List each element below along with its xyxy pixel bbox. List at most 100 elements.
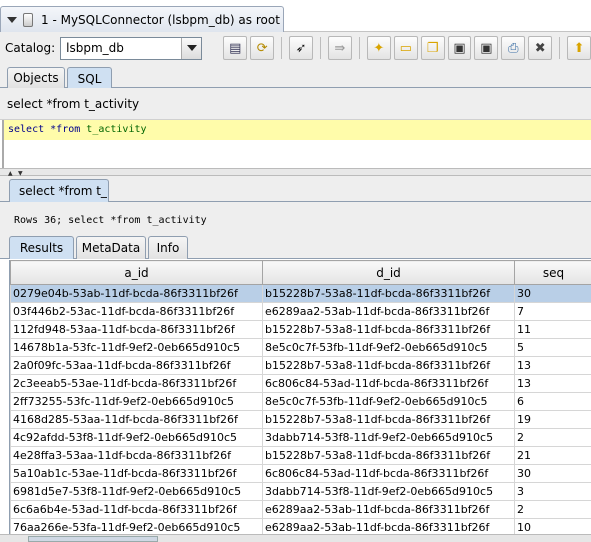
table-cell[interactable]: 3dabb714-53f8-11df-9ef2-0eb665d910c5 [262, 428, 515, 447]
chevron-down-icon[interactable] [181, 37, 202, 59]
copy-icon[interactable]: ❐ [420, 36, 445, 60]
table-cell[interactable]: 7 [514, 302, 591, 321]
print-icon[interactable]: ⎙ [501, 36, 526, 60]
results-grid[interactable]: a_id d_id seq 0279e04b-53ab-11df-bcda-86… [9, 260, 591, 534]
tab-menu-icon[interactable] [7, 16, 17, 23]
tab-metadata[interactable]: MetaData [76, 236, 146, 259]
table-cell[interactable]: b15228b7-53a8-11df-bcda-86f3311bf26f [262, 284, 515, 303]
result-tabs: select *from t_ [0, 176, 591, 202]
tab-results[interactable]: Results [9, 236, 74, 259]
save-as-icon[interactable]: ▣ [474, 36, 499, 60]
run-icon[interactable]: ➶ [289, 36, 314, 60]
table-cell[interactable]: 8e5c0c7f-53fb-11df-9ef2-0eb665d910c5 [262, 392, 515, 411]
up-arrow-icon[interactable]: ⬆ [567, 36, 591, 60]
sql-keyword: select [8, 124, 45, 135]
table-cell[interactable]: 13 [514, 374, 591, 393]
table-cell[interactable]: 30 [514, 464, 591, 483]
table-cell[interactable]: 6c806c84-53ad-11df-bcda-86f3311bf26f [262, 374, 515, 393]
sql-table-name: t_activity [86, 124, 147, 135]
table-cell[interactable]: 4c92afdd-53f8-11df-9ef2-0eb665d910c5 [10, 428, 263, 447]
sql-line[interactable]: select *from t_activity [4, 120, 591, 140]
table-cell[interactable]: 03f446b2-53ac-11df-bcda-86f3311bf26f [10, 302, 263, 321]
column-header-seq[interactable]: seq [514, 260, 591, 285]
table-row[interactable]: 112fd948-53aa-11df-bcda-86f3311bf26f b152… [10, 320, 591, 339]
document-icon [23, 12, 33, 27]
table-row[interactable]: 76aa266e-53fa-11df-9ef2-0eb665d910c5 e628… [10, 518, 591, 534]
window-title-bar: 1 - MySQLConnector (lsbpm_db) as root [0, 0, 591, 32]
toolbar-divider [320, 37, 322, 59]
table-cell[interactable]: b15228b7-53a8-11df-bcda-86f3311bf26f [262, 410, 515, 429]
table-row[interactable]: 0279e04b-53ab-11df-bcda-86f3311bf26f b152… [10, 284, 591, 303]
tab-objects[interactable]: Objects [7, 67, 65, 88]
catalog-value: lsbpm_db [66, 41, 124, 55]
table-cell[interactable]: e6289aa2-53ab-11df-bcda-86f3311bf26f [262, 518, 515, 534]
table-cell[interactable]: 13 [514, 356, 591, 375]
table-cell[interactable]: 112fd948-53aa-11df-bcda-86f3311bf26f [10, 320, 263, 339]
tab-sql[interactable]: SQL [67, 67, 112, 89]
table-cell[interactable]: 6c6a6b4e-53ad-11df-bcda-86f3311bf26f [10, 500, 263, 519]
tab-info[interactable]: Info [148, 236, 188, 259]
table-cell[interactable]: b15228b7-53a8-11df-bcda-86f3311bf26f [262, 320, 515, 339]
table-cell[interactable]: 11 [514, 320, 591, 339]
table-cell[interactable]: 19 [514, 410, 591, 429]
result-tab[interactable]: select *from t_ [9, 179, 109, 202]
table-cell[interactable]: 30 [514, 284, 591, 303]
table-cell[interactable]: 3dabb714-53f8-11df-9ef2-0eb665d910c5 [262, 482, 515, 501]
table-row[interactable]: 4c92afdd-53f8-11df-9ef2-0eb665d910c5 3dab… [10, 428, 591, 447]
table-cell[interactable]: 5a10ab1c-53ae-11df-bcda-86f3311bf26f [10, 464, 263, 483]
table-row[interactable]: 4168d285-53aa-11df-bcda-86f3311bf26f b152… [10, 410, 591, 429]
table-cell[interactable]: b15228b7-53a8-11df-bcda-86f3311bf26f [262, 446, 515, 465]
results-table: a_id d_id seq 0279e04b-53ab-11df-bcda-86… [10, 260, 591, 534]
table-cell[interactable]: 6981d5e7-53f8-11df-9ef2-0eb665d910c5 [10, 482, 263, 501]
new-file-icon[interactable]: ✦ [366, 36, 391, 60]
table-cell[interactable]: 4e28ffa3-53aa-11df-bcda-86f3311bf26f [10, 446, 263, 465]
table-cell[interactable]: 8e5c0c7f-53fb-11df-9ef2-0eb665d910c5 [262, 338, 515, 357]
table-cell[interactable]: 4168d285-53aa-11df-bcda-86f3311bf26f [10, 410, 263, 429]
execute-sql-icon[interactable]: ▤ [223, 36, 248, 60]
save-icon[interactable]: ▣ [447, 36, 472, 60]
table-row[interactable]: 2ff73255-53fc-11df-9ef2-0eb665d910c5 8e5c… [10, 392, 591, 411]
table-cell[interactable]: 6 [514, 392, 591, 411]
table-row[interactable]: 6c6a6b4e-53ad-11df-bcda-86f3311bf26f e628… [10, 500, 591, 519]
toolbar-divider [559, 37, 561, 59]
close-icon[interactable]: ✖ [528, 36, 553, 60]
table-cell[interactable]: 2 [514, 428, 591, 447]
table-cell[interactable]: e6289aa2-53ab-11df-bcda-86f3311bf26f [262, 302, 515, 321]
sql-keyword: *from [50, 124, 81, 135]
table-row[interactable]: 03f446b2-53ac-11df-bcda-86f3311bf26f e628… [10, 302, 591, 321]
table-cell[interactable]: 21 [514, 446, 591, 465]
table-cell[interactable]: 76aa266e-53fa-11df-9ef2-0eb665d910c5 [10, 518, 263, 534]
toolbar-divider [358, 37, 360, 59]
table-cell[interactable]: 2 [514, 500, 591, 519]
table-cell[interactable]: 2c3eeab5-53ae-11df-bcda-86f3311bf26f [10, 374, 263, 393]
connection-tab[interactable]: 1 - MySQLConnector (lsbpm_db) as root [0, 6, 284, 32]
table-row[interactable]: 6981d5e7-53f8-11df-9ef2-0eb665d910c5 3dab… [10, 482, 591, 501]
table-cell[interactable]: 6c806c84-53ad-11df-bcda-86f3311bf26f [262, 464, 515, 483]
editor-tabs: Objects SQL [0, 64, 591, 89]
table-cell[interactable]: 3 [514, 482, 591, 501]
table-row[interactable]: 14678b1a-53fc-11df-9ef2-0eb665d910c5 8e5c… [10, 338, 591, 357]
table-cell[interactable]: 10 [514, 518, 591, 534]
splitter[interactable]: ▲ ▼ [0, 168, 591, 177]
result-sub-tabs: Results MetaData Info [0, 234, 591, 259]
column-header-a-id[interactable]: a_id [10, 260, 263, 285]
scrollbar-thumb[interactable] [28, 536, 158, 542]
indent-icon[interactable]: ⇛ [328, 36, 352, 60]
horizontal-scrollbar[interactable] [0, 534, 591, 542]
column-header-d-id[interactable]: d_id [262, 260, 515, 285]
table-cell[interactable]: 2a0f09fc-53aa-11df-bcda-86f3311bf26f [10, 356, 263, 375]
table-cell[interactable]: 2ff73255-53fc-11df-9ef2-0eb665d910c5 [10, 392, 263, 411]
table-cell[interactable]: b15228b7-53a8-11df-bcda-86f3311bf26f [262, 356, 515, 375]
table-row[interactable]: 5a10ab1c-53ae-11df-bcda-86f3311bf26f 6c80… [10, 464, 591, 483]
table-cell[interactable]: 0279e04b-53ab-11df-bcda-86f3311bf26f [10, 284, 263, 303]
table-row[interactable]: 4e28ffa3-53aa-11df-bcda-86f3311bf26f b152… [10, 446, 591, 465]
sql-editor[interactable]: select *from t_activity [2, 120, 591, 168]
refresh-icon[interactable]: ⟳ [250, 36, 275, 60]
table-row[interactable]: 2a0f09fc-53aa-11df-bcda-86f3311bf26f b152… [10, 356, 591, 375]
table-row[interactable]: 2c3eeab5-53ae-11df-bcda-86f3311bf26f 6c80… [10, 374, 591, 393]
catalog-select[interactable]: lsbpm_db [60, 36, 203, 60]
table-cell[interactable]: e6289aa2-53ab-11df-bcda-86f3311bf26f [262, 500, 515, 519]
table-cell[interactable]: 14678b1a-53fc-11df-9ef2-0eb665d910c5 [10, 338, 263, 357]
open-folder-icon[interactable]: ▭ [393, 36, 418, 60]
table-cell[interactable]: 5 [514, 338, 591, 357]
